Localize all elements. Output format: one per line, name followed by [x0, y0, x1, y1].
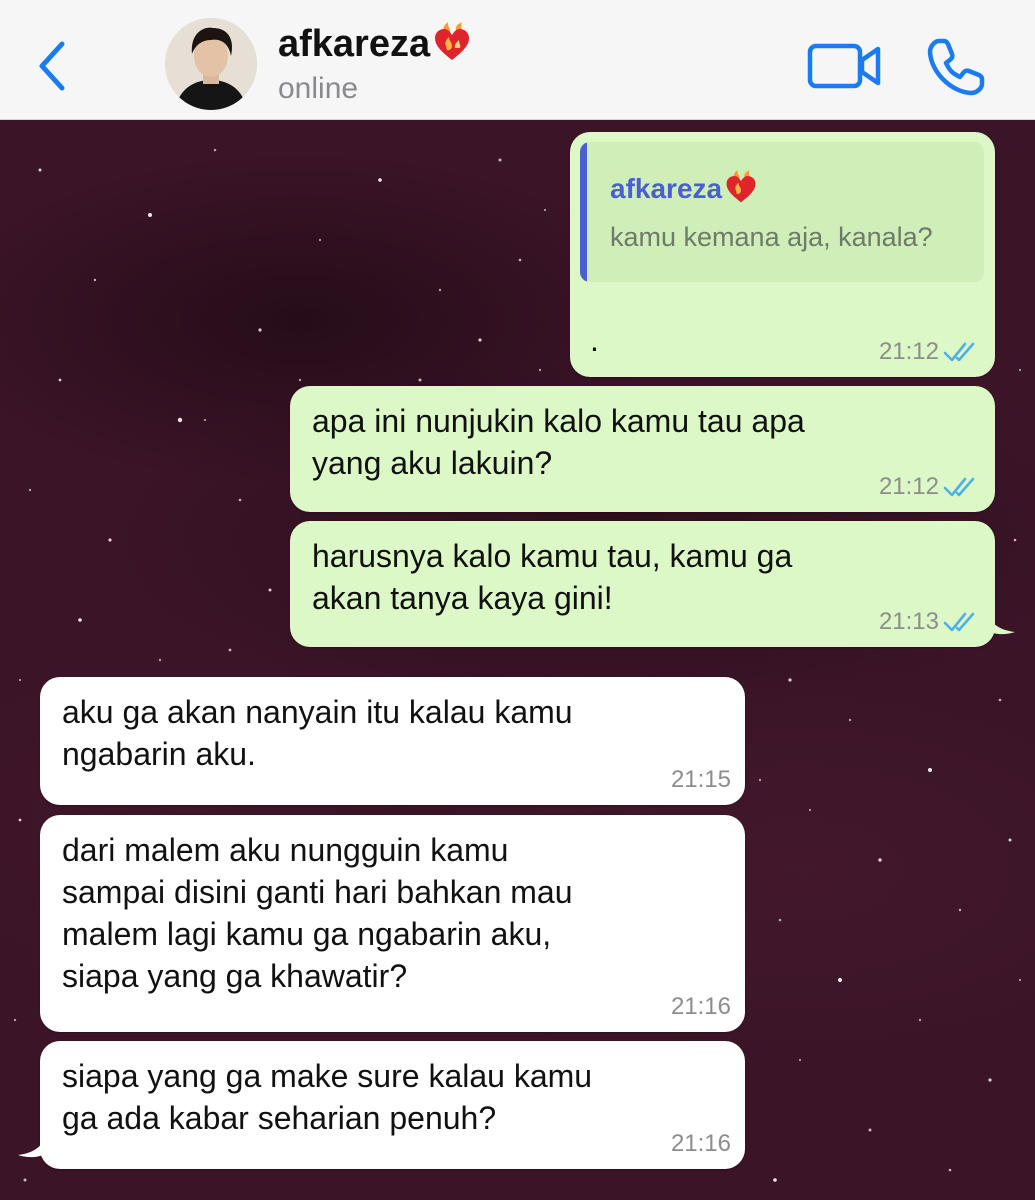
message-text: . — [590, 322, 599, 358]
message-time: 21:12 — [878, 338, 939, 365]
contact-name-text: afkareza — [278, 23, 431, 65]
read-receipt-icon — [943, 612, 975, 632]
message-time: 21:16 — [670, 1130, 731, 1157]
quoted-author: afkareza — [610, 170, 758, 205]
chat-header: afkareza online — [0, 0, 1035, 120]
message-meta: 21:16 — [671, 992, 731, 1022]
message-text: siapa yang ga make sure kalau kamu ga ad… — [62, 1058, 593, 1136]
avatar-photo — [165, 18, 257, 110]
voice-call-button[interactable] — [925, 36, 987, 98]
message-meta: 21:12 — [879, 472, 981, 502]
video-camera-icon — [807, 43, 881, 89]
message-time: 21:15 — [670, 766, 731, 793]
contact-name[interactable]: afkareza — [278, 22, 472, 66]
read-receipt-icon — [943, 477, 975, 497]
video-call-button[interactable] — [806, 38, 884, 94]
message-meta: 21:13 — [879, 607, 981, 637]
quoted-text: kamu kemana aja, kanala? — [610, 222, 933, 252]
message-bubble-incoming[interactable]: aku ga akan nanyain itu kalau kamu ngaba… — [40, 677, 745, 805]
back-button[interactable] — [28, 36, 78, 96]
message-time: 21:12 — [878, 473, 939, 500]
message-text: harusnya kalo kamu tau, kamu ga akan tan… — [312, 538, 793, 616]
contact-status: online — [278, 72, 359, 105]
message-bubble-outgoing[interactable]: afkareza kamu kemana aja, kanala? . 21:1… — [570, 132, 995, 377]
message-time: 21:13 — [878, 608, 939, 635]
message-bubble-outgoing[interactable]: harusnya kalo kamu tau, kamu ga akan tan… — [290, 521, 995, 647]
bubble-tail — [18, 1133, 48, 1158]
read-receipt-icon — [943, 342, 975, 362]
message-bubble-outgoing[interactable]: apa ini nunjukin kalo kamu tau apa yang … — [290, 386, 995, 512]
message-meta: 21:16 — [671, 1129, 731, 1159]
burning-heart-emoji — [435, 22, 470, 60]
message-bubble-incoming[interactable]: dari malem aku nungguin kamu sampai disi… — [40, 815, 745, 1032]
quoted-message[interactable]: afkareza kamu kemana aja, kanala? — [580, 142, 984, 282]
phone-icon — [927, 38, 985, 96]
chat-area[interactable]: afkareza kamu kemana aja, kanala? . 21:1… — [0, 120, 1035, 1200]
message-meta: 21:15 — [671, 765, 731, 795]
message-time: 21:16 — [670, 993, 731, 1020]
burning-heart-emoji — [726, 170, 756, 203]
chevron-left-icon — [39, 41, 65, 91]
message-bubble-incoming[interactable]: siapa yang ga make sure kalau kamu ga ad… — [40, 1041, 745, 1169]
bubble-tail — [985, 610, 1015, 635]
message-text: dari malem aku nungguin kamu sampai disi… — [62, 832, 573, 994]
message-text: aku ga akan nanyain itu kalau kamu ngaba… — [62, 694, 573, 772]
contact-avatar[interactable] — [165, 18, 257, 110]
message-text: apa ini nunjukin kalo kamu tau apa yang … — [312, 403, 805, 481]
quote-accent-bar — [580, 142, 587, 282]
message-meta: 21:12 — [879, 337, 981, 367]
